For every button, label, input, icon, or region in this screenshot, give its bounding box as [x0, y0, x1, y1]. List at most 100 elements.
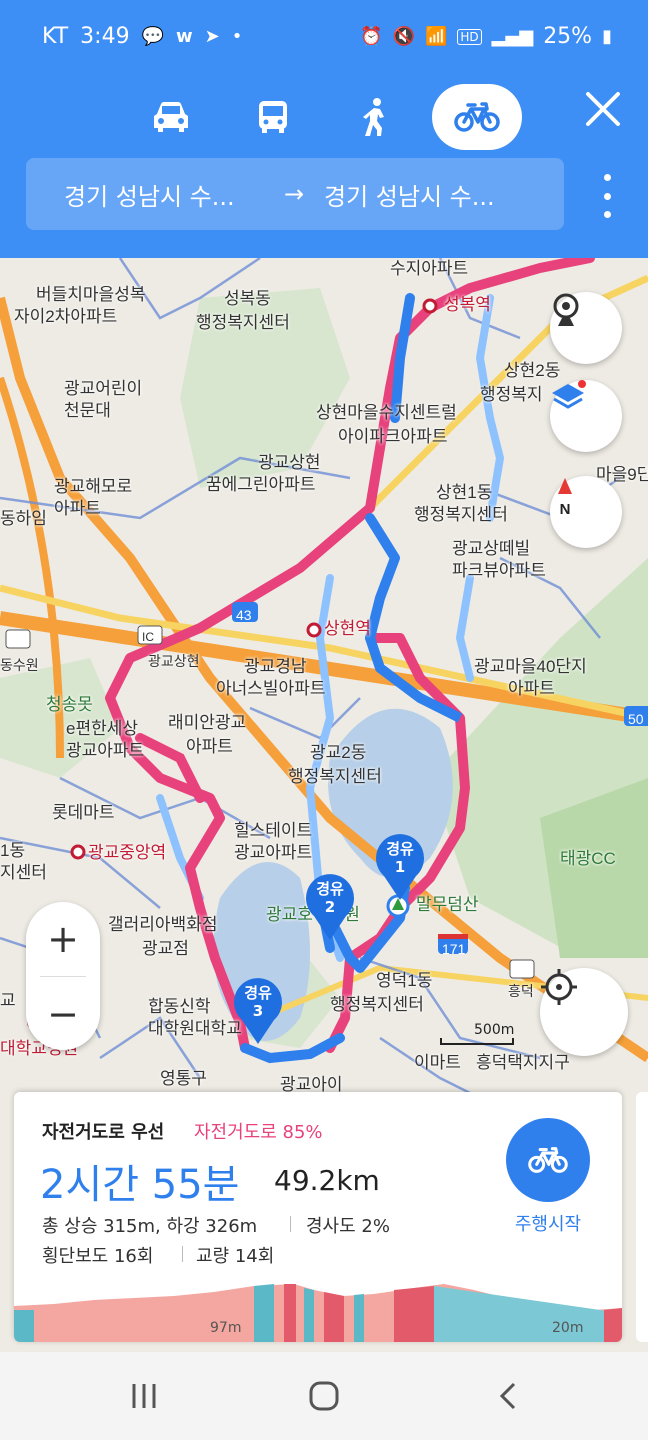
- route-summary-card[interactable]: 자전거도로 우선 자전거도로 85% 2시간 55분 49.2km 총 상승 3…: [14, 1092, 622, 1342]
- map-label: 아이파크아파트: [338, 427, 448, 446]
- map-label: 꿈에그린아파트: [206, 475, 316, 494]
- car-icon: [154, 102, 188, 132]
- map-label: 행정복지센터: [288, 767, 382, 786]
- start-riding-label[interactable]: 주행시작: [484, 1210, 612, 1236]
- map-label: 아너스빌아파트: [216, 679, 326, 698]
- waypoint-3-marker[interactable]: 경유 3: [232, 976, 284, 1046]
- destination-field[interactable]: 경기 성남시 수...: [324, 177, 495, 212]
- start-riding-button[interactable]: [506, 1118, 590, 1202]
- waypoint-1-marker[interactable]: 경유 1: [374, 832, 426, 902]
- compass-icon: N: [558, 478, 572, 516]
- layers-button[interactable]: [550, 380, 622, 452]
- map-label: 광교상현: [258, 453, 321, 472]
- map-label: 행정복지센터: [330, 995, 424, 1014]
- map-label: 태광CC: [560, 849, 616, 868]
- back-icon: [499, 1382, 516, 1410]
- map-label: 자이2차아파트: [14, 307, 118, 326]
- divider: [290, 1216, 291, 1232]
- map-label: 래미안광교: [168, 713, 247, 732]
- walk-mode-button[interactable]: [330, 84, 420, 150]
- map-label: 행정복지: [480, 385, 543, 404]
- map-label: 아파트: [54, 499, 101, 518]
- map-label: 광교경남: [244, 657, 307, 676]
- map-label: 청송못: [46, 695, 93, 714]
- map-label: 광교해모로: [54, 477, 133, 496]
- route-distance: 49.2km: [274, 1164, 380, 1197]
- cctv-icon: [553, 293, 579, 326]
- dot-icon: •: [231, 26, 243, 47]
- map-label: 광교상떼빌: [452, 539, 531, 558]
- mute-icon: 🔇: [392, 26, 415, 47]
- map-label: 광교2동: [310, 743, 367, 762]
- route-header: 경기 성남시 수... → 경기 성남시 수...: [0, 74, 648, 258]
- waypoint-2-marker[interactable]: 경유 2: [304, 872, 356, 942]
- hd-icon: HD: [457, 28, 482, 45]
- compass-button[interactable]: N: [550, 476, 622, 548]
- map-label: 광교점: [142, 939, 189, 958]
- home-button[interactable]: [304, 1380, 344, 1412]
- route-input-bar[interactable]: 경기 성남시 수... → 경기 성남시 수...: [26, 158, 564, 230]
- map-label: 흥덕: [508, 983, 534, 999]
- map-label: 파크뷰아파트: [452, 561, 546, 580]
- divider: [182, 1246, 183, 1262]
- bicycle-icon: [454, 102, 500, 132]
- bus-mode-button[interactable]: [228, 84, 318, 150]
- map-label: 지센터: [0, 863, 47, 882]
- arrow-icon: →: [284, 180, 305, 208]
- scale-bar: [440, 1038, 514, 1045]
- map-label: 성복동: [224, 289, 271, 308]
- next-route-card-peek[interactable]: [636, 1092, 648, 1342]
- close-button[interactable]: [580, 86, 626, 132]
- map-label: 상현1동: [436, 483, 493, 502]
- origin-field[interactable]: 경기 성남시 수...: [64, 177, 235, 212]
- signal-icon: ▂▄▆: [491, 26, 534, 47]
- system-nav-bar: [0, 1352, 648, 1440]
- car-mode-button[interactable]: [126, 84, 216, 150]
- more-icon: [603, 174, 611, 181]
- map-label-station[interactable]: 광교중앙역: [88, 842, 166, 864]
- map-label-station[interactable]: 성복역: [444, 294, 491, 316]
- more-options-button[interactable]: [592, 174, 622, 218]
- map-label: 행정복지센터: [414, 505, 508, 524]
- map-label-station[interactable]: 상현역: [324, 618, 371, 640]
- bike-road-ratio: 자전거도로 85%: [194, 1122, 323, 1143]
- crosswalk-count: 횡단보도 16회: [42, 1246, 154, 1267]
- my-location-button[interactable]: [540, 968, 628, 1056]
- battery-icon: ▮: [602, 26, 612, 47]
- zoom-in-button[interactable]: +: [26, 902, 100, 976]
- bicycle-mode-button[interactable]: [432, 84, 522, 150]
- map-label: 천문대: [64, 401, 111, 420]
- alarm-icon: ⏰: [360, 26, 383, 47]
- elevation-high-label: 97m: [210, 1320, 242, 1336]
- recents-button[interactable]: [124, 1380, 164, 1412]
- map-label: 버들치마을성복: [36, 285, 146, 304]
- elevation-low-label: 20m: [552, 1320, 584, 1336]
- map-label: 수지아파트: [390, 259, 469, 278]
- map-label: 행정복지센터: [196, 313, 290, 332]
- road-shield-50: 50: [628, 711, 644, 727]
- map-label: 광교마을40단지: [474, 657, 587, 676]
- bicycle-icon: [528, 1147, 568, 1173]
- map-label: 1동: [0, 841, 26, 860]
- map-label: 동수원: [0, 657, 39, 673]
- recents-icon: [132, 1384, 156, 1408]
- back-button[interactable]: [488, 1380, 528, 1412]
- map-label: 힐스테이트: [234, 821, 313, 840]
- map-label: 영통구: [160, 1069, 207, 1088]
- talk-icon: 💬: [141, 26, 164, 47]
- elevation-profile: [14, 1284, 622, 1342]
- home-icon: [309, 1381, 339, 1411]
- cctv-button[interactable]: [550, 292, 622, 364]
- route-duration: 2시간 55분: [40, 1162, 240, 1208]
- walk-icon: [363, 98, 384, 136]
- map-label: 대학원대학교: [148, 1019, 242, 1038]
- crosshair-icon: [541, 969, 577, 1005]
- map-label: 교: [0, 991, 16, 1010]
- map-label: 광교아파트: [66, 741, 145, 760]
- map-label: 롯데마트: [52, 803, 115, 822]
- telegram-icon: ➤: [204, 26, 220, 47]
- road-shield-43: 43: [236, 607, 252, 623]
- elevation-summary: 총 상승 315m, 하강 326m: [42, 1216, 258, 1237]
- zoom-out-button[interactable]: −: [26, 977, 100, 1051]
- layers-icon: [552, 380, 586, 409]
